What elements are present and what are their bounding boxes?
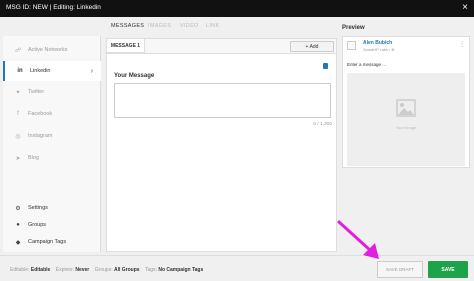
sidebar-item-instagram[interactable]: ◎ Instagram [3, 126, 101, 146]
avatar [347, 41, 356, 50]
more-icon: ⋮ [459, 42, 465, 48]
save-button[interactable]: SAVE [428, 261, 468, 278]
sidebar-item-active-networks[interactable]: ☍ Active Networks [3, 40, 101, 60]
annotation-arrow [337, 220, 379, 259]
sidebar-item-label: Instagram [28, 133, 53, 139]
sidebar-item-blog[interactable]: ➤ Blog [3, 148, 101, 168]
character-counter: 0 / 1,300 [313, 122, 332, 127]
message-1-tab[interactable]: MESSAGE 1 [107, 39, 145, 53]
tag-icon: ◆ [15, 239, 21, 246]
sidebar-item-label: Campaign Tags [28, 239, 67, 245]
preview-card: Alen Bubich SocialHP Labs • ⊕ ⋮ Enter a … [342, 36, 470, 168]
sidebar-item-twitter[interactable]: ✦ Twitter [3, 82, 101, 102]
sidebar-item-label: Facebook [28, 111, 53, 117]
editable-value: Editable [30, 267, 51, 273]
close-icon[interactable]: × [462, 2, 468, 14]
sidebar-item-label: Groups [28, 222, 47, 228]
sidebar-item-groups[interactable]: ● Groups [3, 218, 101, 232]
groups-value: All Groups [113, 267, 140, 273]
preview-panel: Preview Alen Bubich SocialHP Labs • ⊕ ⋮ … [340, 21, 471, 168]
image-icon [396, 99, 416, 117]
sidebar-item-linkedin[interactable]: in Linkedin › [3, 61, 101, 81]
linkedin-icon: in [17, 68, 23, 74]
tab-images[interactable]: IMAGES [148, 23, 171, 29]
sidebar-item-label: Twitter [28, 89, 45, 95]
tab-messages[interactable]: MESSAGES [111, 23, 144, 29]
window-title: MSG ID: NEW | Editing: Linkedin [6, 4, 101, 11]
preview-message-text: Enter a message ... [347, 62, 387, 67]
sidebar-item-label: Linkedin [30, 68, 51, 74]
save-draft-button[interactable]: SAVE DRAFT [377, 261, 423, 278]
share-icon: ☍ [14, 47, 22, 54]
editable-label: Editable: [10, 267, 30, 273]
preview-image-placeholder: Your Image [347, 73, 465, 166]
preview-header: Preview [342, 25, 365, 31]
trash-icon[interactable] [323, 63, 328, 69]
tab-video[interactable]: VIDEO [180, 23, 199, 29]
groups-label: Groups: [94, 267, 113, 273]
sidebar-item-label: Blog [28, 155, 40, 161]
send-icon: ➤ [15, 155, 21, 162]
title-bar: MSG ID: NEW | Editing: Linkedin × [0, 0, 474, 17]
tags-label: Tags: [145, 267, 157, 273]
sidebar-item-label: Active Networks [28, 47, 68, 53]
chevron-right-icon: › [90, 67, 93, 75]
tags-value: No Campaign Tags [158, 267, 204, 273]
message-meta: Editable: Editable Expires: Never Groups… [10, 267, 203, 273]
preview-author-subtitle: SocialHP Labs • ⊕ [363, 48, 395, 52]
add-message-button[interactable]: + Add [290, 41, 334, 52]
gear-icon: ⚙ [15, 205, 21, 212]
instagram-icon: ◎ [15, 133, 21, 140]
twitter-icon: ✦ [15, 89, 21, 96]
your-message-label: Your Message [114, 73, 155, 79]
message-textarea[interactable] [114, 83, 331, 118]
expires-value: Never [75, 267, 90, 273]
expires-label: Expires: [55, 267, 74, 273]
your-image-label: Your Image [395, 125, 417, 130]
tab-link[interactable]: LINK [206, 23, 219, 29]
sidebar-item-label: Settings [28, 205, 48, 211]
preview-author-name: Alen Bubich [363, 40, 393, 46]
users-icon: ● [16, 222, 20, 228]
sidebar-item-facebook[interactable]: f Facebook [3, 104, 101, 124]
facebook-icon: f [17, 111, 19, 117]
sidebar-item-campaign-tags[interactable]: ◆ Campaign Tags [3, 235, 101, 249]
message-editor: MESSAGE 1 + Add Your Message 0 / 1,300 [106, 38, 337, 252]
network-sidebar: ☍ Active Networks in Linkedin › ✦ Twitte… [3, 36, 101, 252]
footer-bar: Editable: Editable Expires: Never Groups… [0, 255, 474, 281]
sidebar-item-settings[interactable]: ⚙ Settings [3, 201, 101, 215]
